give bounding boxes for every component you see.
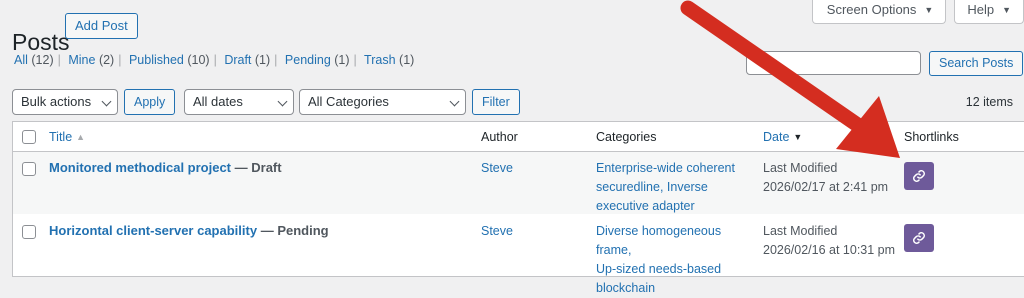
screen-options-button[interactable]: Screen Options ▼ (811, 0, 947, 24)
column-author: Author (481, 130, 518, 144)
screen-options-label: Screen Options (826, 1, 917, 17)
column-title[interactable]: Title ▲ (49, 130, 85, 144)
post-title[interactable]: Monitored methodical project — Draft (49, 158, 282, 177)
categories-select[interactable]: All Categories (299, 89, 466, 115)
sort-desc-icon: ▼ (793, 132, 802, 142)
dates-select[interactable]: All dates (184, 89, 294, 115)
post-date: Last Modified 2026/02/17 at 2:41 pm (763, 161, 889, 194)
filter-published[interactable]: Published (10) (129, 53, 210, 67)
filter-all[interactable]: All (12) (14, 53, 54, 67)
select-all-checkbox[interactable] (22, 130, 36, 144)
post-state: — Draft (234, 160, 282, 175)
table-header: Title ▲ Author Categories Date ▼ Shortlink… (13, 122, 1024, 152)
category-link[interactable]: executive adapter (596, 199, 695, 213)
category-link[interactable]: Up-sized needs-based (596, 262, 721, 276)
status-filter-links: All (12) | Mine (2) | Published (10) | Draf… (14, 53, 415, 67)
search-input[interactable] (746, 51, 921, 75)
post-categories: Enterprise-wide coherent securedline, In… (596, 161, 735, 213)
link-icon (913, 232, 925, 244)
categories-value: All Categories (308, 94, 389, 109)
table-row: Monitored methodical project — Draft Ste… (13, 152, 1024, 214)
help-button[interactable]: Help ▼ (954, 0, 1024, 24)
category-link[interactable]: Diverse homogeneous frame, (596, 224, 721, 257)
post-categories: Diverse homogeneous frame, Up-sized need… (596, 222, 746, 298)
post-title[interactable]: Horizontal client-server capability — Pe… (49, 221, 329, 240)
chevron-down-icon (449, 96, 460, 107)
category-link[interactable]: Enterprise-wide coherent (596, 161, 735, 175)
filter-pending[interactable]: Pending (1) (285, 53, 350, 67)
filter-trash[interactable]: Trash (1) (364, 53, 414, 67)
column-date[interactable]: Date ▼ (763, 130, 802, 144)
category-link[interactable]: Inverse (667, 180, 708, 194)
shortlink-button[interactable] (904, 162, 934, 190)
caret-down-icon: ▼ (924, 4, 934, 15)
items-count: 12 items (965, 95, 1013, 109)
table-row: Horizontal client-server capability — Pe… (13, 214, 1024, 295)
chevron-down-icon (101, 96, 112, 107)
add-post-button[interactable]: Add Post (65, 13, 138, 39)
posts-table: Title ▲ Author Categories Date ▼ Shortlink… (12, 121, 1024, 295)
filter-button[interactable]: Filter (472, 89, 520, 115)
row-checkbox[interactable] (22, 225, 36, 239)
category-link[interactable]: securedline (596, 180, 660, 194)
bulk-actions-select[interactable]: Bulk actions (12, 89, 118, 115)
filter-draft[interactable]: Draft (1) (224, 53, 270, 67)
chevron-down-icon (277, 96, 288, 107)
sort-icon: ▲ (76, 132, 85, 142)
post-date: Last Modified 2026/02/16 at 10:31 pm (763, 224, 896, 257)
row-checkbox[interactable] (22, 162, 36, 176)
link-icon (913, 170, 925, 182)
column-categories: Categories (596, 130, 657, 144)
apply-button[interactable]: Apply (124, 89, 176, 115)
column-shortlinks: Shortlinks (904, 130, 959, 144)
bulk-actions-value: Bulk actions (21, 94, 92, 109)
post-state: — Pending (260, 223, 329, 238)
search-posts-button[interactable]: Search Posts (929, 51, 1024, 76)
post-author[interactable]: Steve (481, 222, 513, 241)
caret-down-icon: ▼ (1002, 4, 1011, 15)
help-label: Help (967, 1, 995, 17)
category-link[interactable]: blockchain (596, 281, 655, 295)
dates-value: All dates (193, 94, 243, 109)
post-author[interactable]: Steve (481, 159, 513, 178)
filter-mine[interactable]: Mine (2) (68, 53, 114, 67)
shortlink-button[interactable] (904, 224, 934, 252)
